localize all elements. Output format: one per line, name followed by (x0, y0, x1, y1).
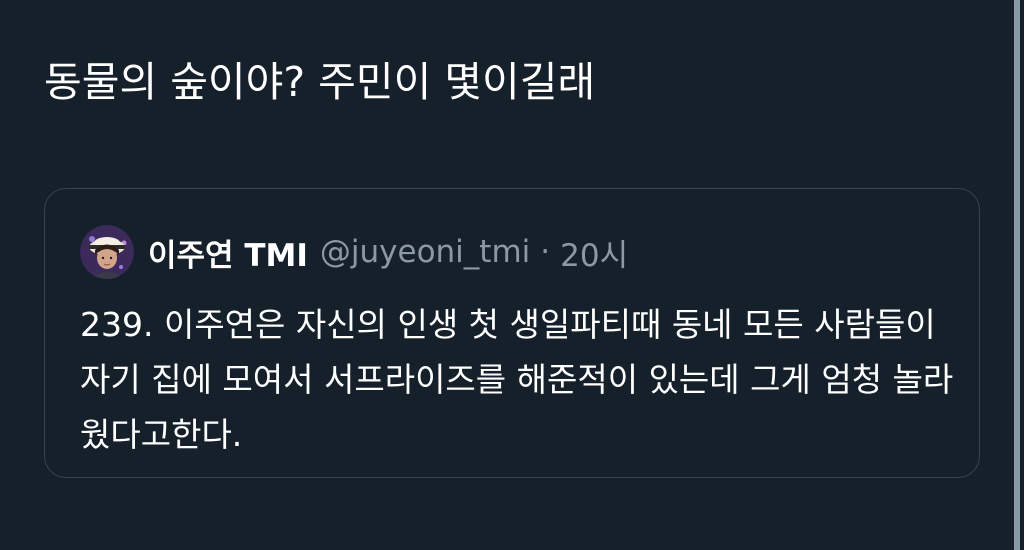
quoted-tweet-text: 239. 이주연은 자신의 인생 첫 생일파티때 동네 모든 사람들이 자기 집… (80, 305, 954, 454)
tweet-text: 동물의 숲이야? 주민이 몇이길래 (44, 58, 596, 106)
separator-dot: · (540, 234, 551, 270)
author-handle[interactable]: @juyeoni_tmi (320, 234, 530, 270)
avatar-image (80, 225, 134, 279)
tweet-page: 동물의 숲이야? 주민이 몇이길래 이주연 TMI @juyeoni_tmi ·… (0, 0, 1024, 550)
quoted-tweet-card[interactable]: 이주연 TMI @juyeoni_tmi · 20시 239. 이주연은 자신의… (44, 188, 980, 478)
quoted-tweet-header: 이주연 TMI @juyeoni_tmi · 20시 (80, 224, 628, 280)
author-name[interactable]: 이주연 TMI (148, 230, 308, 275)
scrollbar[interactable] (1014, 0, 1020, 550)
timestamp[interactable]: 20시 (560, 230, 628, 275)
avatar[interactable] (80, 225, 134, 279)
